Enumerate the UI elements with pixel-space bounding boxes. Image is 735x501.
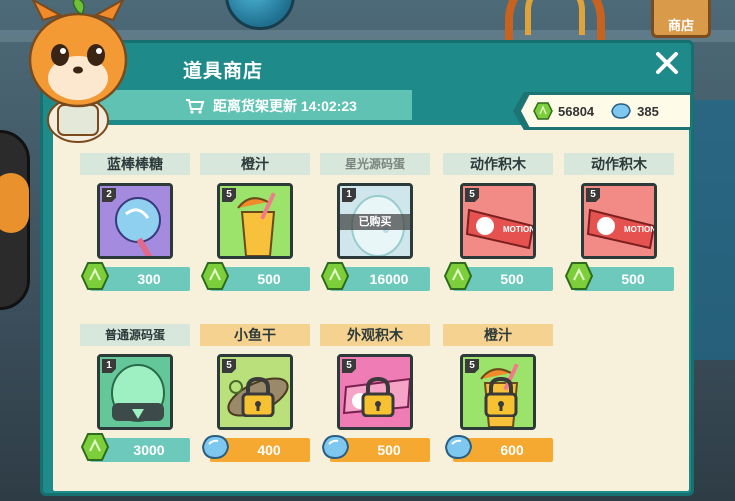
shop-item-card[interactable]: 蓝棒棒糖 2 300 xyxy=(80,153,190,298)
item-level: 1 xyxy=(102,359,116,373)
item-level: 1 xyxy=(342,188,356,202)
lock-icon xyxy=(484,377,518,417)
motion-block-icon: MOTION 5 xyxy=(581,183,657,259)
blue-gem-value: 385 xyxy=(637,103,659,119)
orange-juice-icon: 5 xyxy=(217,183,293,259)
item-name: 小鱼干 xyxy=(200,324,310,346)
shop-button-label: 商店 xyxy=(667,18,694,33)
svg-text:MOTION: MOTION xyxy=(503,225,535,234)
refresh-timer: 距离货架更新 14:02:23 xyxy=(185,96,357,116)
green-gem-value: 56804 xyxy=(558,103,595,119)
shop-item-card[interactable]: 动作积木 MOTION 5 500 xyxy=(564,153,674,298)
arch-decoration-inner xyxy=(525,0,585,35)
item-name: 动作积木 xyxy=(564,153,674,175)
item-level: 5 xyxy=(222,188,236,202)
svg-text:MOTION: MOTION xyxy=(624,225,656,234)
blue-gem-icon xyxy=(444,434,473,460)
shop-item-card[interactable]: 橙汁 5 500 xyxy=(200,153,310,298)
shop-item-card[interactable]: 橙汁 5 600 xyxy=(443,324,553,469)
item-name: 橙汁 xyxy=(200,153,310,175)
item-level: 5 xyxy=(342,359,356,373)
shop-item-card[interactable]: 星光源码蛋 1 已购买 16000 xyxy=(320,153,430,298)
item-level: 5 xyxy=(222,359,236,373)
green-gem-balance: 56804 xyxy=(533,102,594,120)
green-gem-icon xyxy=(443,262,473,290)
item-name: 蓝棒棒糖 xyxy=(80,153,190,175)
star-egg-icon: 1 已购买 xyxy=(337,183,413,259)
item-name: 橙汁 xyxy=(443,324,553,346)
green-gem-icon xyxy=(200,262,230,290)
background-right-wall xyxy=(690,100,735,360)
orange-juice-icon: 5 xyxy=(460,354,536,430)
item-name: 普通源码蛋 xyxy=(80,324,190,346)
motion-block-icon: MOTION 5 xyxy=(460,183,536,259)
item-name: 外观积木 xyxy=(320,324,430,346)
lock-icon xyxy=(361,377,395,417)
item-name: 星光源码蛋 xyxy=(320,153,430,175)
green-gem-icon xyxy=(80,262,110,290)
green-gem-icon xyxy=(533,102,553,120)
item-level: 2 xyxy=(102,188,116,202)
fox-mascot xyxy=(28,0,128,143)
shop-button[interactable]: 商店 xyxy=(651,0,711,38)
currency-display: 56804 385 xyxy=(521,95,690,127)
shop-item-card[interactable]: 小鱼干 5 400 xyxy=(200,324,310,469)
shop-item-card[interactable]: 普通源码蛋 1 3000 xyxy=(80,324,190,469)
blue-gem-icon xyxy=(201,434,230,460)
green-gem-icon xyxy=(80,433,110,461)
item-level: 5 xyxy=(465,359,479,373)
refresh-timer-text: 距离货架更新 14:02:23 xyxy=(213,98,357,114)
green-gem-icon xyxy=(320,262,350,290)
background-character xyxy=(0,130,30,310)
panel-title: 道具商店 xyxy=(183,61,264,82)
item-name: 动作积木 xyxy=(443,153,553,175)
blue-gem-icon xyxy=(611,103,631,119)
close-icon[interactable] xyxy=(654,50,680,76)
cart-icon xyxy=(186,99,205,114)
blue-gem-balance: 385 xyxy=(610,102,659,120)
lock-icon xyxy=(241,377,275,417)
dried-fish-icon: 5 xyxy=(217,354,293,430)
green-gem-icon xyxy=(564,262,594,290)
look-block-icon: 5 xyxy=(337,354,413,430)
normal-egg-icon: 1 xyxy=(97,354,173,430)
lollipop-icon: 2 xyxy=(97,183,173,259)
shop-item-card[interactable]: 动作积木 MOTION 5 500 xyxy=(443,153,553,298)
purchased-badge: 已购买 xyxy=(340,214,410,230)
blue-gem-icon xyxy=(321,434,350,460)
shop-item-card[interactable]: 外观积木 5 500 xyxy=(320,324,430,469)
item-level: 5 xyxy=(465,188,479,202)
